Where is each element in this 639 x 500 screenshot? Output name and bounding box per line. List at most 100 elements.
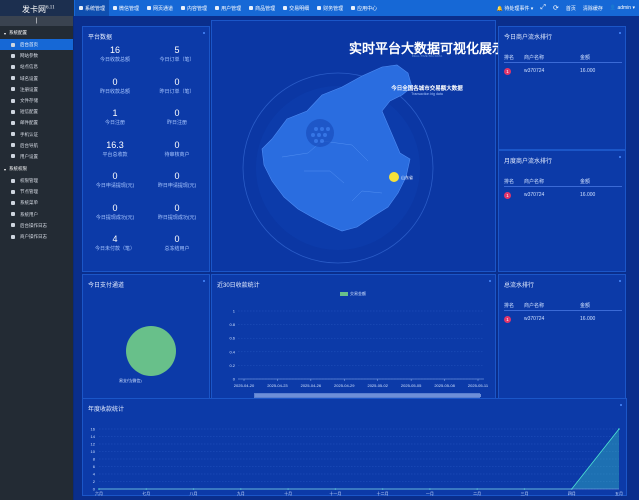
- stat-card: 16 今日收款总额: [85, 45, 145, 63]
- pie-slice[interactable]: [126, 326, 176, 376]
- x-tick-label: 2025-04-20: [234, 383, 255, 388]
- user-menu[interactable]: 👤 admin ▾: [610, 5, 635, 11]
- x-tick-label: 一月: [426, 491, 434, 496]
- sidebar-group-header[interactable]: ▾ 系统配置: [0, 26, 73, 39]
- panel-title: 今日商户流水排行: [504, 35, 553, 41]
- china-map: 山东省: [242, 64, 434, 264]
- stat-label: 今日申请提现(元): [95, 183, 135, 189]
- y-tick-label: 0.8: [229, 322, 235, 327]
- rank-cell: 1: [504, 190, 524, 200]
- sidebar-item[interactable]: 用户设置: [0, 151, 73, 162]
- sidebar-item[interactable]: 站点信息: [0, 61, 73, 72]
- map-hex-cluster: [306, 119, 334, 147]
- stat-value: 0: [112, 202, 118, 213]
- y-tick-label: 4: [93, 472, 96, 477]
- sidebar-item[interactable]: 域名设置: [0, 73, 73, 84]
- sidebar-item[interactable]: 权限管理: [0, 175, 73, 186]
- divider: [504, 62, 622, 63]
- sidebar-item[interactable]: 后台首页: [0, 39, 73, 51]
- sidebar-item[interactable]: 注册设置: [0, 84, 73, 95]
- x-tick-label: 七月: [142, 490, 150, 496]
- table-row[interactable]: 1 w370724 16.000: [504, 66, 622, 76]
- sidebar-item-label: 系统用户: [20, 211, 38, 217]
- nav-icon: [351, 6, 356, 10]
- menu-icon: [11, 64, 15, 69]
- map-point-marker[interactable]: [389, 172, 399, 182]
- y-tick-label: 0: [233, 377, 236, 382]
- top-nav-item[interactable]: 网页通道: [143, 0, 177, 16]
- x-tick-label: 六月: [95, 490, 103, 496]
- sidebar-item[interactable]: 短信配置: [0, 106, 73, 117]
- sidebar-item[interactable]: 文件存储: [0, 95, 73, 106]
- sidebar-item-label: 后台操作日志: [20, 222, 47, 228]
- stat-label: 今日提现成功(元): [95, 214, 135, 221]
- sidebar-item-label: 商户操作日志: [20, 234, 47, 239]
- sidebar-item[interactable]: 邮件配置: [0, 117, 73, 128]
- sidebar-item[interactable]: 网站参数: [0, 50, 73, 61]
- column-header: 商户名称: [524, 302, 545, 309]
- stat-value: 0: [174, 108, 180, 118]
- column-header: 排名: [504, 302, 515, 309]
- rank-table-header: 排名 商户名称 金额: [504, 52, 622, 62]
- nav-label: 系统管理: [85, 6, 106, 12]
- column-header: 排名: [504, 54, 515, 61]
- sidebar-item-label: 后台导航: [20, 142, 38, 148]
- sidebar-item[interactable]: 手机认证: [0, 129, 73, 140]
- rank-table: 排名 商户名称 金额 1 w370724 16.000: [504, 52, 622, 76]
- sidebar-item[interactable]: 后台导航: [0, 140, 73, 151]
- x-tick-label: 二月: [473, 491, 481, 496]
- sidebar-group-header[interactable]: ▾ 系统权限: [0, 162, 73, 175]
- refresh-icon[interactable]: ⟳: [553, 4, 559, 12]
- menu-icon: [11, 178, 15, 183]
- x-tick-label: 四月: [568, 491, 576, 496]
- panel-title: 月度商户流水排行: [504, 159, 553, 165]
- total-rank-panel: 总流水排行: [498, 274, 626, 400]
- sidebar-collapse-toggle[interactable]: |: [0, 16, 73, 26]
- nav-label: 财务管理: [323, 6, 344, 12]
- table-row[interactable]: 1 w370724 16.000: [504, 190, 622, 200]
- top-nav-item[interactable]: 微信管理: [109, 0, 143, 16]
- top-nav-item[interactable]: 内容管理: [177, 0, 211, 16]
- nav-icon: [181, 6, 186, 10]
- nav-icon: [317, 6, 322, 10]
- top-nav-item[interactable]: 财务管理: [313, 0, 347, 16]
- stat-card: 0 今日申请提现(元): [85, 171, 145, 189]
- merchant-cell: w370724: [524, 68, 545, 74]
- column-header: 金额: [580, 178, 591, 185]
- nav-label: 微信管理: [119, 6, 140, 12]
- sidebar-item-label: 网站参数: [20, 53, 38, 59]
- panel-dot-icon: [203, 32, 205, 34]
- sidebar-item-label: 系统菜单: [20, 200, 38, 206]
- fullscreen-icon[interactable]: ⤢: [540, 4, 546, 12]
- sidebar-item[interactable]: 节点管理: [0, 186, 73, 197]
- pending-events[interactable]: 🔔 待处理事件 ▾: [497, 5, 534, 12]
- sidebar-item[interactable]: 系统用户: [0, 209, 73, 220]
- x-tick-label: 2025-04-26: [301, 383, 322, 388]
- table-row[interactable]: 1 w370724 16.000: [504, 314, 622, 324]
- stat-label: 今日订单（笔）: [159, 57, 195, 63]
- data-point[interactable]: [618, 428, 620, 430]
- app-logo[interactable]: 发卡网6.11: [0, 0, 74, 16]
- clear-cache-link[interactable]: 清除缓存: [583, 5, 603, 12]
- stat-value: 16: [109, 45, 120, 55]
- x-tick-label: 五月: [615, 491, 623, 496]
- sidebar-item[interactable]: 商户操作日志: [0, 231, 73, 242]
- menu-icon: [11, 109, 15, 114]
- stat-value: 0: [174, 171, 180, 181]
- top-nav-item[interactable]: 系统管理: [75, 0, 110, 16]
- stat-card: 0 待审核商户: [147, 140, 207, 158]
- sidebar-item[interactable]: 后台操作日志: [0, 220, 73, 231]
- stat-card: 0 昨日收款总额: [85, 77, 145, 95]
- chart-zoom-range[interactable]: [255, 394, 481, 397]
- top-nav-item[interactable]: 交易明细: [279, 0, 313, 16]
- x-tick-label: 2025-05-02: [367, 383, 388, 388]
- sidebar-item[interactable]: 系统菜单: [0, 197, 73, 208]
- top-nav-item[interactable]: 应用中心: [347, 0, 381, 16]
- top-nav-item[interactable]: 用户管理: [211, 0, 245, 16]
- sidebar-item-label: 邮件配置: [20, 120, 38, 126]
- panel-title: 总流水排行: [504, 283, 535, 289]
- home-link[interactable]: 首页: [566, 5, 576, 12]
- top-nav-item[interactable]: 商品管理: [245, 0, 279, 16]
- menu-icon: [11, 98, 15, 103]
- x-tick-label: 三月: [520, 491, 528, 496]
